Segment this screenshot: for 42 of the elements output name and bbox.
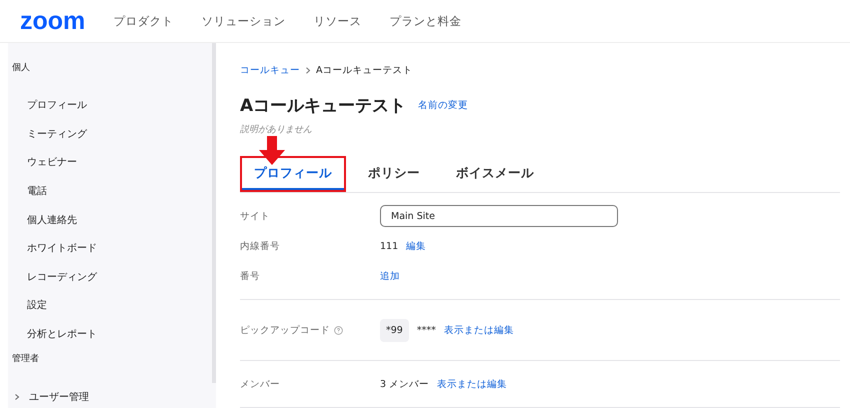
arrow-down-icon [258, 136, 286, 166]
sidebar-item[interactable]: ユーザー管理 [8, 382, 212, 408]
sidebar-item[interactable]: プロフィール [8, 91, 212, 120]
edit-link[interactable]: 追加 [380, 270, 400, 282]
edit-link[interactable]: 表示または編集 [444, 324, 514, 336]
sidebar-section-title: 管理者 [11, 352, 40, 366]
sidebar-item[interactable]: 分析とレポート [8, 320, 212, 348]
nav-link[interactable]: ソリューション [201, 14, 286, 28]
chevron-right-icon [305, 67, 311, 74]
field-label: メンバー [240, 378, 281, 390]
nav-link[interactable]: リソース [313, 14, 362, 28]
sidebar-section-title: 個人 [11, 62, 31, 75]
field-label: 内線番号 [240, 240, 281, 252]
field-label: ピックアップコード [240, 324, 380, 336]
field-label: 番号 [240, 270, 261, 282]
site-field[interactable]: Main Site [380, 205, 618, 227]
rename-link[interactable]: 名前の変更 [418, 99, 468, 112]
field-label: サイト [240, 210, 271, 222]
sidebar-item[interactable]: 個人連絡先 [8, 205, 212, 234]
code-chip: *99 [380, 318, 409, 342]
zoom-logo[interactable]: zoom [20, 6, 86, 36]
sidebar-item[interactable]: 電話 [8, 176, 212, 206]
description: 説明がありません [240, 124, 313, 136]
sidebar-item[interactable]: ミーティング [8, 120, 212, 148]
tab[interactable]: ポリシー [354, 156, 434, 192]
field-value: 3 メンバー [380, 378, 430, 390]
field-value: 111 [380, 240, 398, 252]
tab[interactable]: プロフィール [240, 156, 346, 192]
sidebar-item[interactable]: ウェビナー [8, 148, 212, 177]
field-value: **** [416, 324, 436, 336]
breadcrumb-link[interactable]: コールキュー [240, 64, 300, 77]
sidebar-item[interactable]: レコーディング [8, 262, 212, 292]
nav-link[interactable]: プランと料金 [389, 14, 462, 28]
edit-link[interactable]: 表示または編集 [437, 378, 508, 390]
page-title: Aコールキューテスト [240, 95, 406, 117]
help-icon[interactable] [334, 326, 343, 334]
sidebar-item[interactable]: ホワイトボード [8, 234, 212, 263]
nav-link[interactable]: プロダクト [113, 14, 174, 28]
breadcrumb-current: Aコールキューテスト [316, 64, 412, 77]
tab[interactable]: ボイスメール [442, 156, 548, 192]
sidebar-item[interactable]: 設定 [8, 291, 212, 320]
edit-link[interactable]: 編集 [406, 240, 426, 252]
